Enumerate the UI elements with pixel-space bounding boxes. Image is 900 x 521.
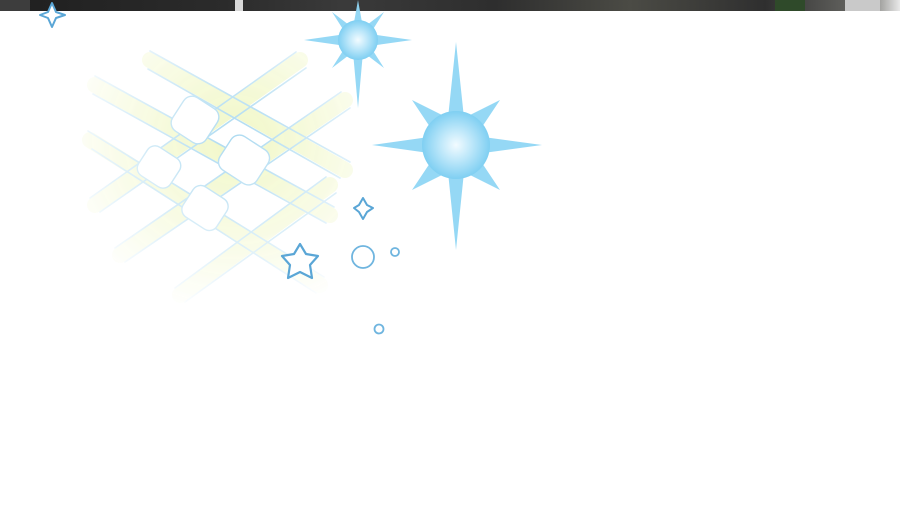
bubble-group <box>351 245 400 335</box>
sparkle-artwork <box>39 0 542 335</box>
large-sparkle-icon <box>372 42 542 250</box>
small-star-outline-icon <box>39 2 66 28</box>
diamond-sparkle-icon <box>353 197 374 220</box>
bubble-small-icon <box>390 247 400 257</box>
bubble-large-icon <box>351 245 375 269</box>
medium-sparkle-icon <box>304 0 412 108</box>
comic-panel <box>0 0 900 521</box>
bubble-small-icon <box>373 323 385 335</box>
